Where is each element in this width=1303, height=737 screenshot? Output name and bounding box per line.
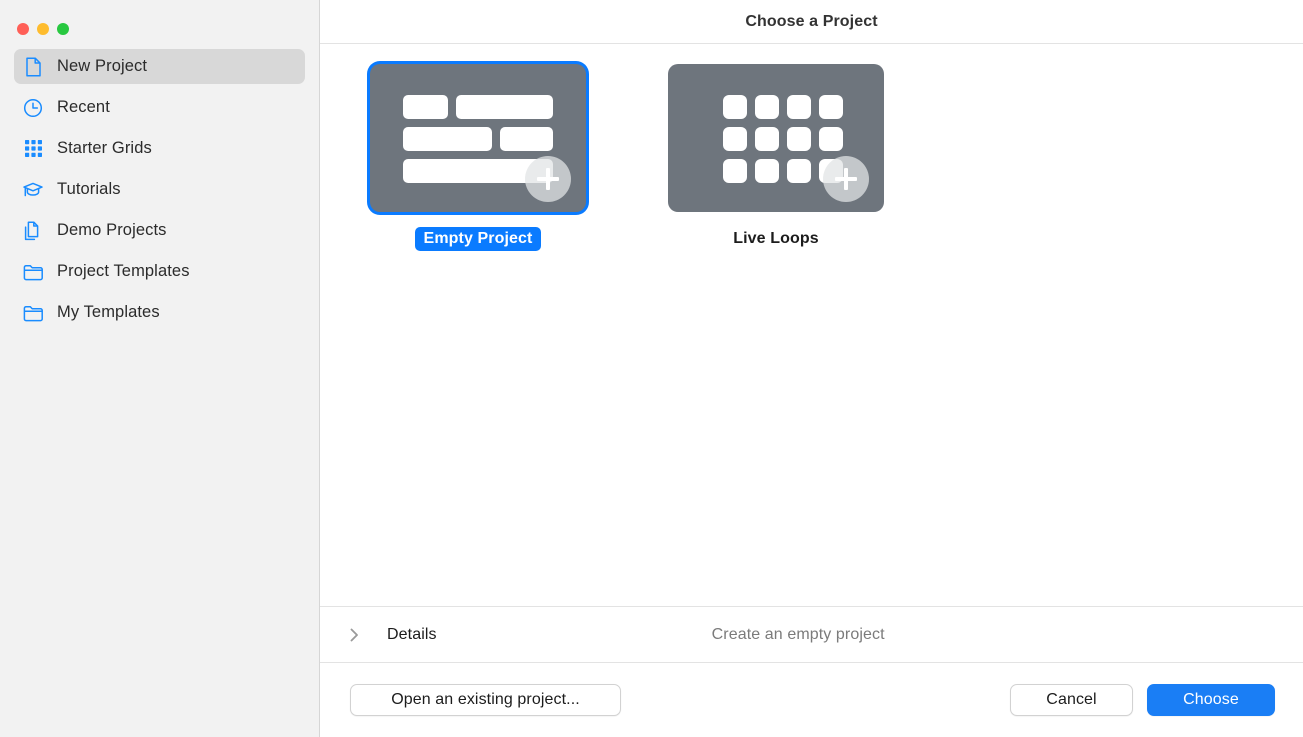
sidebar-item-label: Starter Grids: [57, 139, 152, 157]
sidebar-item-tutorials[interactable]: Tutorials: [14, 172, 305, 207]
open-existing-project-button[interactable]: Open an existing project...: [350, 684, 621, 716]
clock-icon: [22, 97, 44, 119]
loop-cell-row: [723, 95, 843, 119]
plus-icon: [525, 156, 571, 202]
track-bar: [456, 95, 553, 119]
sidebar-item-my-templates[interactable]: My Templates: [14, 295, 305, 330]
main-panel: Choose a Project Empty Project Live Loop…: [320, 0, 1303, 737]
sidebar-item-label: Tutorials: [57, 180, 121, 198]
project-chooser-content: Empty Project Live Loops: [320, 44, 1303, 606]
track-bar-row: [403, 127, 553, 151]
graduation-cap-icon: [22, 179, 44, 201]
loop-cell: [723, 159, 747, 183]
sidebar-item-new-project[interactable]: New Project: [14, 49, 305, 84]
grid-icon: [22, 138, 44, 160]
sidebar-item-label: Demo Projects: [57, 221, 167, 239]
details-description: Create an empty project: [711, 625, 885, 643]
loop-cell: [723, 95, 747, 119]
page-title: Choose a Project: [745, 12, 878, 30]
folder-icon: [22, 302, 44, 324]
project-tile-live-loops[interactable]: Live Loops: [668, 64, 884, 251]
folder-icon: [22, 261, 44, 283]
sidebar-item-recent[interactable]: Recent: [14, 90, 305, 125]
track-bar: [403, 95, 448, 119]
loop-cell: [755, 95, 779, 119]
details-label[interactable]: Details: [387, 626, 437, 644]
track-bar: [500, 127, 553, 151]
loop-cell: [723, 127, 747, 151]
sidebar-item-label: Project Templates: [57, 262, 190, 280]
zoom-button[interactable]: [57, 23, 69, 35]
loop-cell: [787, 95, 811, 119]
loop-cell-row: [723, 127, 843, 151]
sidebar-item-starter-grids[interactable]: Starter Grids: [14, 131, 305, 166]
titlebar: Choose a Project: [320, 0, 1303, 44]
loop-cell: [787, 127, 811, 151]
choose-button[interactable]: Choose: [1147, 684, 1275, 716]
traffic-lights: [0, 0, 319, 44]
details-bar: Details Create an empty project: [320, 606, 1303, 662]
loop-cell: [787, 159, 811, 183]
track-bar-row: [403, 95, 553, 119]
cancel-button[interactable]: Cancel: [1010, 684, 1133, 716]
sidebar: New Project Recent Starter Grids Tutoria…: [0, 0, 320, 737]
sidebar-item-label: New Project: [57, 57, 148, 75]
loop-cell: [819, 127, 843, 151]
chevron-right-icon[interactable]: [345, 628, 363, 642]
sidebar-item-project-templates[interactable]: Project Templates: [14, 254, 305, 289]
project-thumbnail[interactable]: [370, 64, 586, 212]
choose-a-project-window: New Project Recent Starter Grids Tutoria…: [0, 0, 1303, 737]
project-tile-empty-project[interactable]: Empty Project: [370, 64, 586, 251]
minimize-button[interactable]: [37, 23, 49, 35]
loop-cell: [755, 127, 779, 151]
close-button[interactable]: [17, 23, 29, 35]
project-tile-label: Live Loops: [733, 230, 819, 247]
project-thumbnail[interactable]: [668, 64, 884, 212]
project-tile-grid: Empty Project Live Loops: [370, 64, 1303, 251]
project-tile-label: Empty Project: [414, 227, 542, 251]
sidebar-item-label: My Templates: [57, 303, 160, 321]
plus-icon: [823, 156, 869, 202]
loop-cell: [755, 159, 779, 183]
track-bar: [403, 127, 492, 151]
documents-icon: [22, 220, 44, 242]
document-icon: [22, 56, 44, 78]
sidebar-item-label: Recent: [57, 98, 110, 116]
loop-cell: [819, 95, 843, 119]
footer-action-bar: Open an existing project... Cancel Choos…: [320, 662, 1303, 737]
sidebar-item-demo-projects[interactable]: Demo Projects: [14, 213, 305, 248]
sidebar-list: New Project Recent Starter Grids Tutoria…: [0, 49, 319, 330]
